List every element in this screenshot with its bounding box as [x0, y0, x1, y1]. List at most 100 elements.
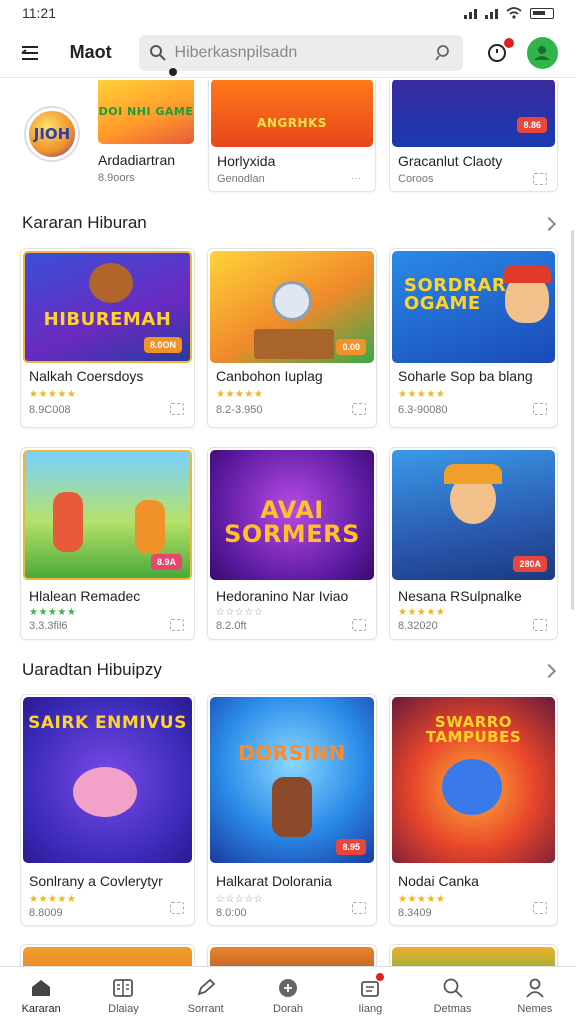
signal-icon-2: [485, 8, 498, 19]
top-card-2-thumbnail: ANGRHKS: [211, 80, 373, 147]
search-icon: [442, 977, 464, 999]
game-card-title: Halkarat Dolorania: [216, 873, 332, 889]
game-card-title: Canbohon Iuplag: [216, 368, 323, 384]
game-card-title: Soharle Sop ba blang: [398, 368, 533, 384]
section-title-2: Uaradtan Hibuipzy: [22, 660, 162, 679]
section-1-chevron-icon[interactable]: [541, 216, 557, 232]
add-circle-icon: [277, 977, 299, 999]
game-card-title: Nodai Canka: [398, 873, 479, 889]
top-card-3[interactable]: 8.86 Gracanlut Claoty Coroos: [389, 80, 558, 192]
game-card-rating-stars: ★★★★★: [398, 894, 446, 905]
game-card-thumbnail: HIBUREMAH 8.0ON: [23, 251, 192, 363]
game-card-more-icon[interactable]: [170, 902, 184, 914]
top-card-3-thumbnail: 8.86: [392, 80, 555, 147]
status-icons: [464, 7, 554, 19]
top-card-2-more-icon[interactable]: ···: [351, 173, 365, 185]
nav-item-search[interactable]: Detmas: [411, 967, 493, 1024]
user-icon: [524, 977, 546, 999]
avatar[interactable]: [526, 36, 559, 69]
notification-badge: [503, 37, 514, 48]
game-card-thumbnail: [392, 947, 555, 966]
top-bar: Maot: [0, 28, 576, 78]
game-card-thumbnail: [210, 947, 374, 966]
game-card[interactable]: SORDRAR OGAME Soharle Sop ba blang ★★★★★…: [389, 248, 558, 428]
top-card-2-title: Horlyxida: [217, 153, 276, 169]
game-card-thumbnail: AVAI SORMERS: [210, 450, 374, 580]
game-card-meta: 6.3-90080: [398, 404, 448, 416]
scrollbar[interactable]: [571, 230, 574, 610]
bottom-nav: Kararan Dlaiay Sorrant Dorah Iiang Detma…: [0, 966, 576, 1024]
top-card-3-more-icon[interactable]: [533, 173, 547, 185]
game-card-more-icon[interactable]: [533, 403, 547, 415]
search-input[interactable]: [174, 43, 428, 62]
game-card-more-icon[interactable]: [352, 902, 366, 914]
game-card-meta: 8.9C008: [29, 404, 71, 416]
game-card[interactable]: HIBUREMAH 8.0ON Nalkah Coersdoys ★★★★★ 8…: [20, 248, 195, 428]
signal-icon: [464, 8, 477, 19]
game-card-meta: 8.8009: [29, 907, 63, 919]
avatar-face-icon: [534, 45, 551, 60]
game-card-more-icon[interactable]: [170, 403, 184, 415]
game-card-title: Nesana RSulpnalke: [398, 588, 522, 604]
nav-item-write[interactable]: Sorrant: [165, 967, 247, 1024]
game-card-more-icon[interactable]: [533, 619, 547, 631]
game-card[interactable]: 280A Nesana RSulpnalke ★★★★★ 8.32020: [389, 447, 558, 640]
game-card-rating-stars: ☆☆☆☆☆: [216, 894, 264, 905]
game-card-rating-stars: ★★★★★: [29, 607, 77, 618]
game-card[interactable]: 0.00 Canbohon Iuplag ★★★★★ 8.2-3.950: [207, 248, 377, 428]
nav-item-profile[interactable]: Nemes: [494, 967, 576, 1024]
notification-button[interactable]: [485, 37, 514, 66]
game-card-meta: 3.3.3fil6: [29, 620, 68, 632]
top-card-1-meta: 8.9oors: [98, 172, 135, 184]
game-card-meta: 8.2-3.950: [216, 404, 263, 416]
game-card-more-icon[interactable]: [170, 619, 184, 631]
game-card-title: Hedoranino Nar Iviao: [216, 588, 349, 604]
game-card-more-icon[interactable]: [533, 902, 547, 914]
game-card-partial[interactable]: [207, 944, 377, 966]
nav-item-library[interactable]: Dlaiay: [82, 967, 164, 1024]
top-card-3-tag: 8.86: [517, 117, 547, 133]
game-card[interactable]: SWARRO TAMPUBES Nodai Canka ★★★★★ 8.3409: [389, 694, 558, 926]
nav-gifts-badge: [376, 973, 385, 981]
top-card-1-thumbnail: DOI NHI GAME: [98, 80, 194, 144]
main-content: JIOH DOI NHI GAME Ardadiartran 8.9oors A…: [0, 80, 576, 966]
top-card-1-title: Ardadiartran: [98, 152, 176, 168]
game-card-thumbnail: SORDRAR OGAME: [392, 251, 555, 363]
wifi-icon: [506, 7, 522, 19]
game-card-thumbnail: 280A: [392, 450, 555, 580]
game-card[interactable]: 8.9A Hlalean Remadec ★★★★★ 3.3.3fil6: [20, 447, 195, 640]
top-card-3-title: Gracanlut Claoty: [398, 153, 503, 169]
game-card-partial[interactable]: [20, 944, 195, 966]
game-card-partial[interactable]: [389, 944, 558, 966]
nav-item-add[interactable]: Dorah: [247, 967, 329, 1024]
section-2-chevron-icon[interactable]: [541, 663, 557, 679]
game-card[interactable]: AVAI SORMERS Hedoranino Nar Iviao ☆☆☆☆☆ …: [207, 447, 377, 640]
game-card-more-icon[interactable]: [352, 619, 366, 631]
nav-item-gifts[interactable]: Iiang: [329, 967, 411, 1024]
top-card-2[interactable]: ANGRHKS Horlyxida Genodlan ···: [208, 80, 376, 192]
game-card-more-icon[interactable]: [352, 403, 366, 415]
game-card[interactable]: SAIRK ENMIVUS Sonlrany a Covlerytyr ★★★★…: [20, 694, 195, 926]
game-card-rating-stars: ★★★★★: [216, 389, 264, 400]
search-bar[interactable]: [138, 34, 464, 76]
book-icon: [112, 977, 134, 999]
status-time: 11:21: [22, 5, 56, 21]
game-card-title: Nalkah Coersdoys: [29, 368, 144, 384]
search-submit-icon[interactable]: [435, 44, 453, 62]
section-title-1: Kararan Hiburan: [22, 213, 147, 232]
top-card-1[interactable]: DOI NHI GAME Ardadiartran 8.9oors: [90, 80, 195, 192]
game-card-rating-stars: ★★★★★: [29, 894, 77, 905]
game-card-meta: 8.0:00: [216, 907, 247, 919]
game-card-rating-stars: ★★★★★: [398, 389, 446, 400]
game-card-meta: 8.3409: [398, 907, 432, 919]
partial-logo[interactable]: JIOH: [26, 108, 78, 160]
game-card-thumbnail: DORSINN 8.95: [210, 697, 374, 863]
game-card[interactable]: DORSINN 8.95 Halkarat Dolorania ☆☆☆☆☆ 8.…: [207, 694, 377, 926]
battery-icon: [530, 7, 554, 19]
game-card-meta: 8.2.0ft: [216, 620, 247, 632]
top-card-2-meta: Genodlan: [217, 173, 265, 185]
menu-icon[interactable]: [18, 41, 42, 65]
top-card-3-meta: Coroos: [398, 173, 434, 185]
nav-item-home[interactable]: Kararan: [0, 967, 82, 1024]
status-bar: 11:21: [0, 0, 576, 26]
